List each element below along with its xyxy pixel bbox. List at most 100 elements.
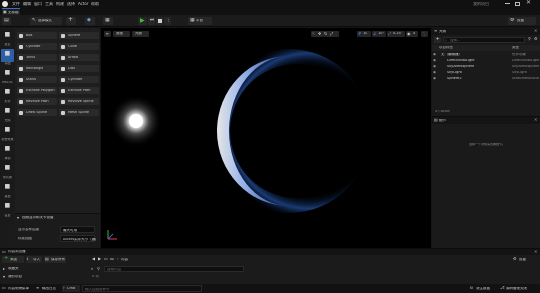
filter-icon[interactable]: ⚲ [528, 37, 531, 41]
menu-actor[interactable]: Actor [78, 2, 89, 6]
place-actor-sphere[interactable]: Sphere [59, 32, 99, 39]
maximize-viewport-button[interactable]: ⛶ [421, 31, 428, 37]
place-actor-torus[interactable]: Torus [17, 54, 57, 61]
rail-item-eye[interactable]: ■ [1, 125, 14, 138]
back-icon[interactable]: ◀ [92, 257, 95, 261]
breadcrumb-all[interactable]: All [110, 258, 114, 262]
blueprint-button[interactable]: ◆ [85, 17, 95, 25]
eye-icon[interactable]: ◉ [433, 59, 436, 63]
menu-tools[interactable]: 工具 [45, 2, 53, 6]
close-icon[interactable]: ✕ [534, 118, 537, 122]
eye-icon[interactable]: ◉ [433, 53, 436, 57]
favorites-label[interactable]: 收藏夹 [8, 267, 19, 271]
rail-item-puzzle[interactable]: ■ [1, 182, 14, 195]
console-input[interactable]: 输入控制台命令 [82, 285, 202, 292]
rail-item-light[interactable]: ■ [1, 106, 14, 119]
rail-item-list[interactable]: ■ [1, 163, 14, 176]
settings-label[interactable]: 设置 [519, 258, 526, 262]
platform-dropdown[interactable]: ▦ 平台 [188, 17, 212, 25]
play-options-button[interactable]: ⏭ [148, 17, 155, 25]
search-icon[interactable]: ⌕ [91, 267, 93, 271]
expand-icon[interactable]: ▾ [3, 275, 5, 279]
tab-level[interactable]: ▣ 无标题 [2, 8, 20, 15]
outliner-row[interactable]: ◉ Sphere2 StaticMeshActor [432, 76, 540, 82]
save-button[interactable]: ▤ [2, 17, 11, 25]
breadcrumb-content[interactable]: 内容 [121, 258, 128, 262]
scale-snap-button[interactable]: ⤢ 0.25 [387, 31, 405, 37]
place-actor-revolve-spline[interactable]: Revolve Spline [59, 98, 99, 105]
content-search-input[interactable]: 搜索内容 [104, 266, 244, 272]
menu-help[interactable]: 帮助 [91, 2, 99, 6]
select-mode-dropdown[interactable]: ↖ 选择模式 [30, 17, 62, 25]
place-actor-draw-spline[interactable]: Draw Spline [17, 109, 57, 116]
rail-item-sparkle[interactable]: ■ [1, 68, 14, 81]
settings-button[interactable]: ⚙ 设置 [508, 17, 536, 25]
stop-button[interactable] [156, 17, 163, 25]
add-actor-button[interactable]: + [66, 17, 76, 25]
save-all-button[interactable]: ▤ 保存所有 [44, 256, 66, 263]
import-button[interactable]: ⭳ 导入 [26, 256, 42, 263]
angle-snap-button[interactable]: ∠ 10° [372, 31, 386, 37]
project-label[interactable]: 我的项目 [8, 275, 22, 279]
place-actor-disc[interactable]: Disc [59, 65, 99, 72]
minimize-icon[interactable] [505, 3, 510, 4]
derived-data-button[interactable]: ⛁ 派生数据 [470, 285, 496, 292]
cinematics-button[interactable]: ▦ [103, 17, 113, 25]
settings-gear-icon[interactable]: ⚙ [513, 257, 517, 261]
place-actor-revolve-path[interactable]: Revolve Path [17, 98, 57, 105]
place-actor-extrude-polygon[interactable]: Extrude Polygon [17, 87, 57, 94]
place-actor-cylinder[interactable]: Cylinder [17, 43, 57, 50]
collapse-icon[interactable]: ▾ [17, 216, 19, 220]
perspective-button[interactable]: 透视 [113, 31, 130, 37]
rail-item-volume[interactable]: ■ [1, 144, 14, 157]
camera-speed-button[interactable]: ◉ 4 [406, 31, 418, 37]
forward-icon[interactable]: ▶ [98, 257, 101, 261]
rail-item-gear[interactable]: ■ [1, 201, 14, 214]
rail-item-shapes[interactable]: ■ [1, 87, 14, 100]
viewport-menu-button[interactable]: ≡ [104, 31, 111, 37]
eye-icon[interactable]: ◉ [433, 65, 436, 69]
place-actor-cone[interactable]: Cone [59, 43, 99, 50]
menu-edit[interactable]: 编辑 [23, 2, 31, 6]
add-filter-button[interactable]: + [434, 37, 441, 43]
select-tool-icon[interactable]: ↖ [312, 32, 315, 36]
rail-item-clock[interactable]: ■ [1, 30, 14, 43]
close-icon[interactable]: ✕ [526, 0, 531, 6]
close-icon[interactable]: ✕ [534, 29, 537, 33]
gear-icon[interactable]: ⚙ [534, 37, 538, 41]
scale-tool-icon[interactable]: ⤢ [330, 32, 333, 36]
place-actor-box[interactable]: Box [17, 32, 57, 39]
outliner-search-input[interactable]: ⌕ 搜索... [443, 37, 525, 43]
content-drawer-button[interactable]: ▭ 内容侧滑菜单 [2, 285, 34, 292]
place-actor-arrow[interactable]: Arrow [59, 54, 99, 61]
lit-button[interactable]: 光照 [132, 31, 149, 37]
expand-icon[interactable]: ▸ [3, 267, 5, 271]
place-actor-cylinder[interactable]: Cylinder [59, 76, 99, 83]
maximize-icon[interactable] [515, 1, 520, 6]
standard-view-select[interactable]: Actors实际大小（通过视图） [60, 235, 96, 242]
play-button[interactable]: ▶ [138, 17, 147, 25]
column-type[interactable]: 类型 [512, 46, 519, 50]
unreal-logo-icon[interactable] [2, 1, 8, 7]
menu-build[interactable]: 构建 [56, 2, 64, 6]
place-actor-stairs[interactable]: Stairs [17, 76, 57, 83]
place-actor-mesh-spline[interactable]: Mesh Spline [59, 109, 99, 116]
menu-file[interactable]: 文件 [12, 2, 20, 6]
eye-icon[interactable]: ◉ [433, 71, 436, 75]
move-tool-icon[interactable]: ✥ [318, 32, 321, 36]
grid-snap-button[interactable]: # 10 [357, 31, 371, 37]
eye-icon[interactable]: ◉ [433, 77, 436, 81]
view-setting-select[interactable]: 最大可用 [60, 226, 95, 233]
place-actor-extrude-path[interactable]: Extrude Path [59, 87, 99, 94]
output-log-button[interactable]: ≡ 输出日志 [36, 285, 60, 292]
place-actor-rectangle[interactable]: Rectangle [17, 65, 57, 72]
close-icon[interactable]: ✕ [534, 250, 537, 254]
column-label[interactable]: 项目标签 [439, 46, 453, 50]
menu-window[interactable]: 窗口 [34, 2, 42, 6]
add-button[interactable]: + 添加 [2, 256, 24, 263]
rotate-tool-icon[interactable]: ↻ [324, 32, 327, 36]
source-control-button[interactable]: ⎇ 源码管理关闭 [500, 285, 538, 292]
rail-item-cube[interactable]: ■ [1, 49, 14, 62]
cmd-dropdown[interactable]: › Cmd [62, 285, 80, 292]
level-viewport[interactable]: ≡ 透视 光照 ↖ ✥ ↻ ⤢ # 10 ∠ 10° ⤢ 0.25 ◉ 4 ⛶ [101, 28, 431, 248]
